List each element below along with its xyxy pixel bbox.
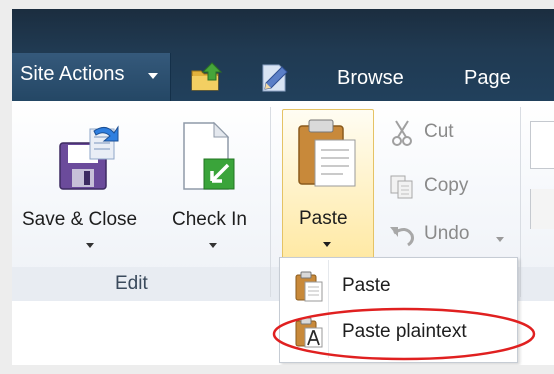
undo-icon — [390, 227, 414, 247]
save-close-button[interactable]: Save & Close — [20, 109, 166, 259]
copy-button[interactable]: Copy — [384, 169, 514, 205]
chevron-down-icon — [209, 243, 217, 248]
save-icon — [59, 125, 119, 190]
paste-button[interactable]: Paste — [282, 109, 374, 259]
menu-item-paste[interactable]: Paste — [282, 264, 514, 308]
chevron-down-icon — [323, 242, 331, 247]
tab-browse[interactable]: Browse — [337, 67, 404, 90]
paste-icon — [298, 119, 356, 187]
paste-label: Paste — [299, 208, 348, 229]
chevron-down-icon — [148, 73, 158, 79]
cut-label: Cut — [424, 121, 454, 142]
check-in-label: Check In — [172, 209, 247, 230]
chevron-down-icon — [86, 243, 94, 248]
paste-icon — [295, 271, 323, 302]
sharepoint-window: Site Actions Browse Page Save & Close Ch… — [12, 9, 554, 365]
annotation-ellipse — [272, 307, 536, 361]
edit-group-label: Edit — [115, 273, 148, 294]
chevron-down-icon — [496, 237, 504, 242]
ribbon-group-separator — [520, 107, 521, 297]
check-in-icon — [183, 121, 235, 190]
copy-icon — [390, 175, 413, 199]
undo-label: Undo — [424, 223, 470, 244]
undo-button[interactable]: Undo — [384, 217, 514, 253]
ribbon-group-separator — [270, 107, 271, 297]
save-close-label: Save & Close — [22, 209, 138, 230]
menu-item-paste-label: Paste — [342, 275, 391, 296]
check-in-button[interactable]: Check In — [168, 109, 258, 259]
site-actions-label: Site Actions — [20, 63, 125, 85]
navigate-up-icon[interactable] — [188, 59, 224, 95]
screenshot-frame: Site Actions Browse Page Save & Close Ch… — [0, 0, 554, 374]
tab-page[interactable]: Page — [464, 67, 511, 90]
scissors-icon — [392, 120, 412, 146]
cut-button[interactable]: Cut — [384, 115, 514, 151]
font-name-field[interactable] — [530, 121, 554, 169]
site-actions-menu[interactable]: Site Actions — [12, 53, 171, 101]
copy-label: Copy — [424, 175, 469, 196]
edit-page-icon[interactable] — [256, 59, 292, 95]
bold-button[interactable] — [530, 189, 554, 229]
